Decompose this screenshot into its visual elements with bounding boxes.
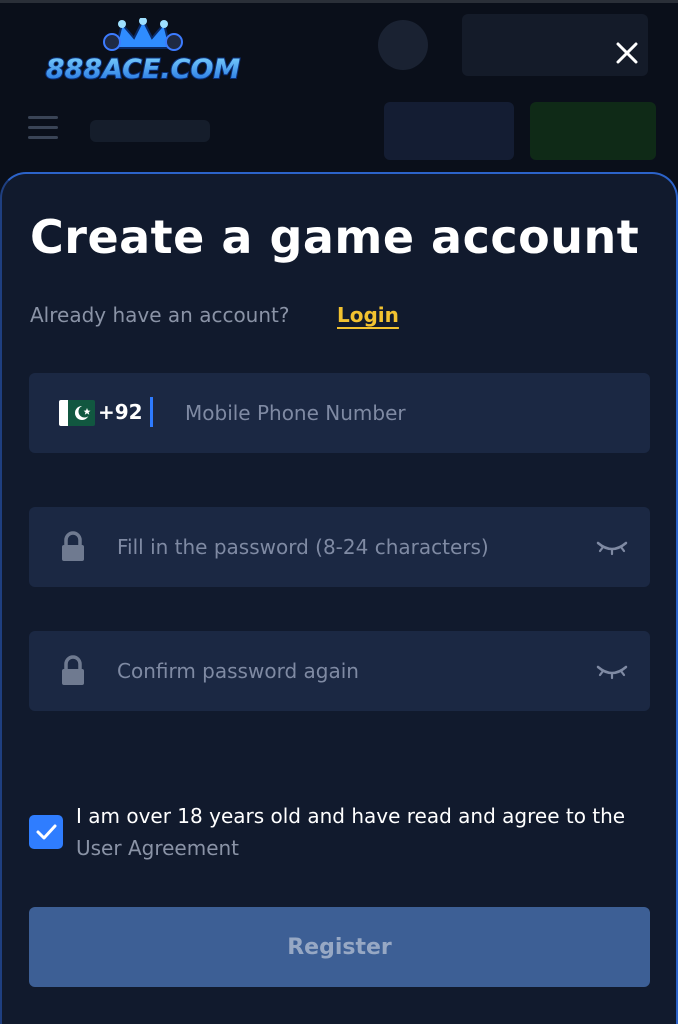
phone-field: +92 (29, 373, 650, 453)
user-agreement-link[interactable]: User Agreement (76, 836, 239, 860)
close-icon (616, 42, 638, 64)
pakistan-flag-icon[interactable] (59, 400, 95, 426)
agreement-text: I am over 18 years old and have read and… (76, 800, 636, 864)
site-logo: 888ACE.COM (38, 17, 248, 88)
agreement-statement: I am over 18 years old and have read and… (76, 804, 626, 828)
already-account-text: Already have an account? (30, 303, 290, 327)
phone-divider (150, 397, 153, 427)
agree-checkbox[interactable] (29, 815, 63, 849)
checkmark-icon (36, 824, 57, 840)
background-nav-text (90, 120, 210, 142)
password-field (29, 507, 650, 587)
lock-icon (62, 531, 84, 561)
page-title: Create a game account (30, 210, 640, 264)
background-register-button (530, 102, 656, 160)
eye-closed-icon[interactable] (595, 661, 629, 681)
close-button[interactable] (604, 30, 650, 76)
country-code[interactable]: +92 (98, 400, 143, 424)
lock-icon (62, 655, 84, 685)
password-input[interactable] (117, 527, 587, 567)
background-login-button (384, 102, 514, 160)
background-avatar-icon (378, 20, 428, 70)
confirm-password-field (29, 631, 650, 711)
register-button[interactable]: Register (29, 907, 650, 987)
register-modal (0, 172, 678, 1024)
confirm-password-input[interactable] (117, 651, 587, 691)
status-line (0, 0, 678, 3)
phone-input[interactable] (185, 393, 625, 433)
background-menu-icon (28, 116, 58, 144)
eye-closed-icon[interactable] (595, 537, 629, 557)
login-link[interactable]: Login (337, 303, 399, 327)
svg-text:888ACE.COM: 888ACE.COM (46, 54, 241, 85)
